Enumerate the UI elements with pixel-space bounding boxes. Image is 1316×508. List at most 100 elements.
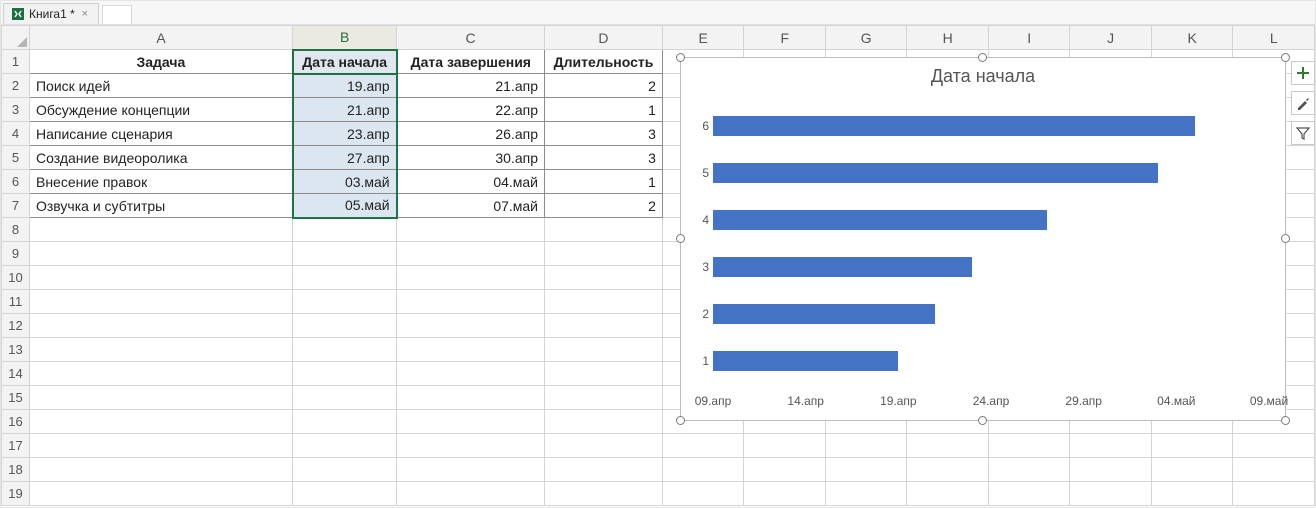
- column-header-A[interactable]: A: [29, 26, 292, 50]
- cell-B9[interactable]: [293, 242, 397, 266]
- row-header-16[interactable]: 16: [2, 410, 30, 434]
- cell-D5[interactable]: 3: [545, 146, 663, 170]
- cell-C1[interactable]: Дата завершения: [397, 50, 545, 74]
- select-all-corner[interactable]: [2, 26, 30, 50]
- cell-D19[interactable]: [545, 482, 663, 506]
- cell-D15[interactable]: [545, 386, 663, 410]
- embedded-chart[interactable]: Дата начала 65432109.апр14.апр19.апр24.а…: [680, 57, 1286, 421]
- column-header-D[interactable]: D: [545, 26, 663, 50]
- cell-A12[interactable]: [29, 314, 292, 338]
- chart-filter-button[interactable]: [1291, 121, 1315, 145]
- cell-C3[interactable]: 22.апр: [397, 98, 545, 122]
- cell-A15[interactable]: [29, 386, 292, 410]
- cell-D7[interactable]: 2: [545, 194, 663, 218]
- cell-B16[interactable]: [293, 410, 397, 434]
- cell-K18[interactable]: [1151, 458, 1233, 482]
- cell-C10[interactable]: [397, 266, 545, 290]
- cell-B17[interactable]: [293, 434, 397, 458]
- row-header-10[interactable]: 10: [2, 266, 30, 290]
- row-header-19[interactable]: 19: [2, 482, 30, 506]
- chart-bar-3[interactable]: [713, 257, 972, 277]
- column-header-C[interactable]: C: [397, 26, 545, 50]
- cell-D11[interactable]: [545, 290, 663, 314]
- cell-B14[interactable]: [293, 362, 397, 386]
- cell-A11[interactable]: [29, 290, 292, 314]
- row-header-4[interactable]: 4: [2, 122, 30, 146]
- cell-B4[interactable]: 23.апр: [293, 122, 397, 146]
- cell-H17[interactable]: [907, 434, 989, 458]
- cell-F18[interactable]: [744, 458, 826, 482]
- cell-D2[interactable]: 2: [545, 74, 663, 98]
- cell-D18[interactable]: [545, 458, 663, 482]
- row-header-3[interactable]: 3: [2, 98, 30, 122]
- cell-L18[interactable]: [1233, 458, 1315, 482]
- cell-D10[interactable]: [545, 266, 663, 290]
- cell-B6[interactable]: 03.май: [293, 170, 397, 194]
- cell-L17[interactable]: [1233, 434, 1315, 458]
- cell-B12[interactable]: [293, 314, 397, 338]
- cell-D13[interactable]: [545, 338, 663, 362]
- cell-D1[interactable]: Длительность: [545, 50, 663, 74]
- cell-A14[interactable]: [29, 362, 292, 386]
- cell-D16[interactable]: [545, 410, 663, 434]
- cell-C17[interactable]: [397, 434, 545, 458]
- cell-I17[interactable]: [988, 434, 1069, 458]
- column-header-B[interactable]: B: [293, 26, 397, 50]
- column-header-L[interactable]: L: [1233, 26, 1315, 50]
- cell-D9[interactable]: [545, 242, 663, 266]
- cell-A13[interactable]: [29, 338, 292, 362]
- cell-B8[interactable]: [293, 218, 397, 242]
- cell-A7[interactable]: Озвучка и субтитры: [29, 194, 292, 218]
- row-header-14[interactable]: 14: [2, 362, 30, 386]
- cell-G18[interactable]: [825, 458, 907, 482]
- chart-bar-6[interactable]: [713, 116, 1195, 136]
- cell-B19[interactable]: [293, 482, 397, 506]
- cell-A8[interactable]: [29, 218, 292, 242]
- row-header-1[interactable]: 1: [2, 50, 30, 74]
- close-icon[interactable]: ×: [80, 9, 90, 19]
- cell-C11[interactable]: [397, 290, 545, 314]
- cell-B18[interactable]: [293, 458, 397, 482]
- cell-A5[interactable]: Создание видеоролика: [29, 146, 292, 170]
- column-header-I[interactable]: I: [988, 26, 1069, 50]
- cell-D14[interactable]: [545, 362, 663, 386]
- row-header-13[interactable]: 13: [2, 338, 30, 362]
- chart-title[interactable]: Дата начала: [681, 58, 1285, 87]
- column-header-H[interactable]: H: [907, 26, 989, 50]
- cell-I19[interactable]: [988, 482, 1069, 506]
- cell-H18[interactable]: [907, 458, 989, 482]
- cell-B11[interactable]: [293, 290, 397, 314]
- cell-B1[interactable]: Дата начала: [293, 50, 397, 74]
- cell-B3[interactable]: 21.апр: [293, 98, 397, 122]
- cell-C2[interactable]: 21.апр: [397, 74, 545, 98]
- cell-C9[interactable]: [397, 242, 545, 266]
- column-header-F[interactable]: F: [744, 26, 826, 50]
- cell-C15[interactable]: [397, 386, 545, 410]
- cell-C8[interactable]: [397, 218, 545, 242]
- cell-D4[interactable]: 3: [545, 122, 663, 146]
- cell-J19[interactable]: [1070, 482, 1151, 506]
- row-header-5[interactable]: 5: [2, 146, 30, 170]
- row-header-18[interactable]: 18: [2, 458, 30, 482]
- column-header-J[interactable]: J: [1070, 26, 1151, 50]
- chart-bar-4[interactable]: [713, 210, 1047, 230]
- cell-C12[interactable]: [397, 314, 545, 338]
- cell-C7[interactable]: 07.май: [397, 194, 545, 218]
- cell-E17[interactable]: [662, 434, 744, 458]
- row-header-15[interactable]: 15: [2, 386, 30, 410]
- cell-C18[interactable]: [397, 458, 545, 482]
- chart-bar-1[interactable]: [713, 351, 898, 371]
- cell-J17[interactable]: [1070, 434, 1151, 458]
- column-header-G[interactable]: G: [825, 26, 907, 50]
- row-header-9[interactable]: 9: [2, 242, 30, 266]
- chart-bar-5[interactable]: [713, 163, 1158, 183]
- cell-E18[interactable]: [662, 458, 744, 482]
- column-header-K[interactable]: K: [1151, 26, 1233, 50]
- cell-G19[interactable]: [825, 482, 907, 506]
- cell-C14[interactable]: [397, 362, 545, 386]
- cell-A10[interactable]: [29, 266, 292, 290]
- chart-styles-button[interactable]: [1291, 91, 1315, 115]
- cell-A17[interactable]: [29, 434, 292, 458]
- row-header-2[interactable]: 2: [2, 74, 30, 98]
- row-header-7[interactable]: 7: [2, 194, 30, 218]
